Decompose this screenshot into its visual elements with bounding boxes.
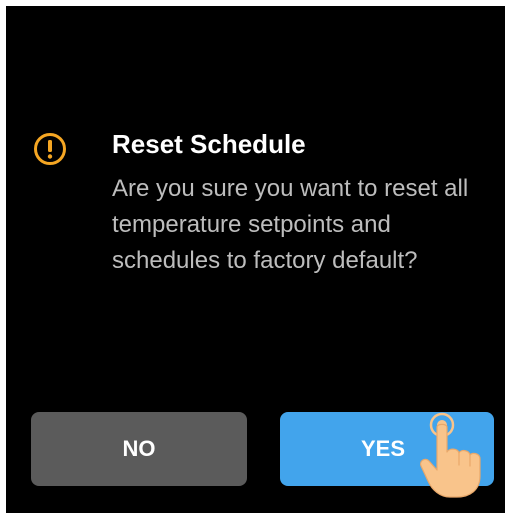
dialog-message: Are you sure you want to reset all tempe… bbox=[112, 175, 469, 274]
yes-button[interactable]: YES bbox=[280, 412, 494, 486]
thermostat-screen: Reset Schedule Are you sure you want to … bbox=[6, 6, 505, 513]
dialog-title: Reset Schedule bbox=[112, 129, 306, 159]
warning-icon bbox=[34, 133, 66, 165]
yes-button-label: YES bbox=[360, 436, 406, 461]
no-button[interactable]: NO bbox=[31, 412, 247, 486]
no-button-label: NO bbox=[122, 436, 156, 461]
